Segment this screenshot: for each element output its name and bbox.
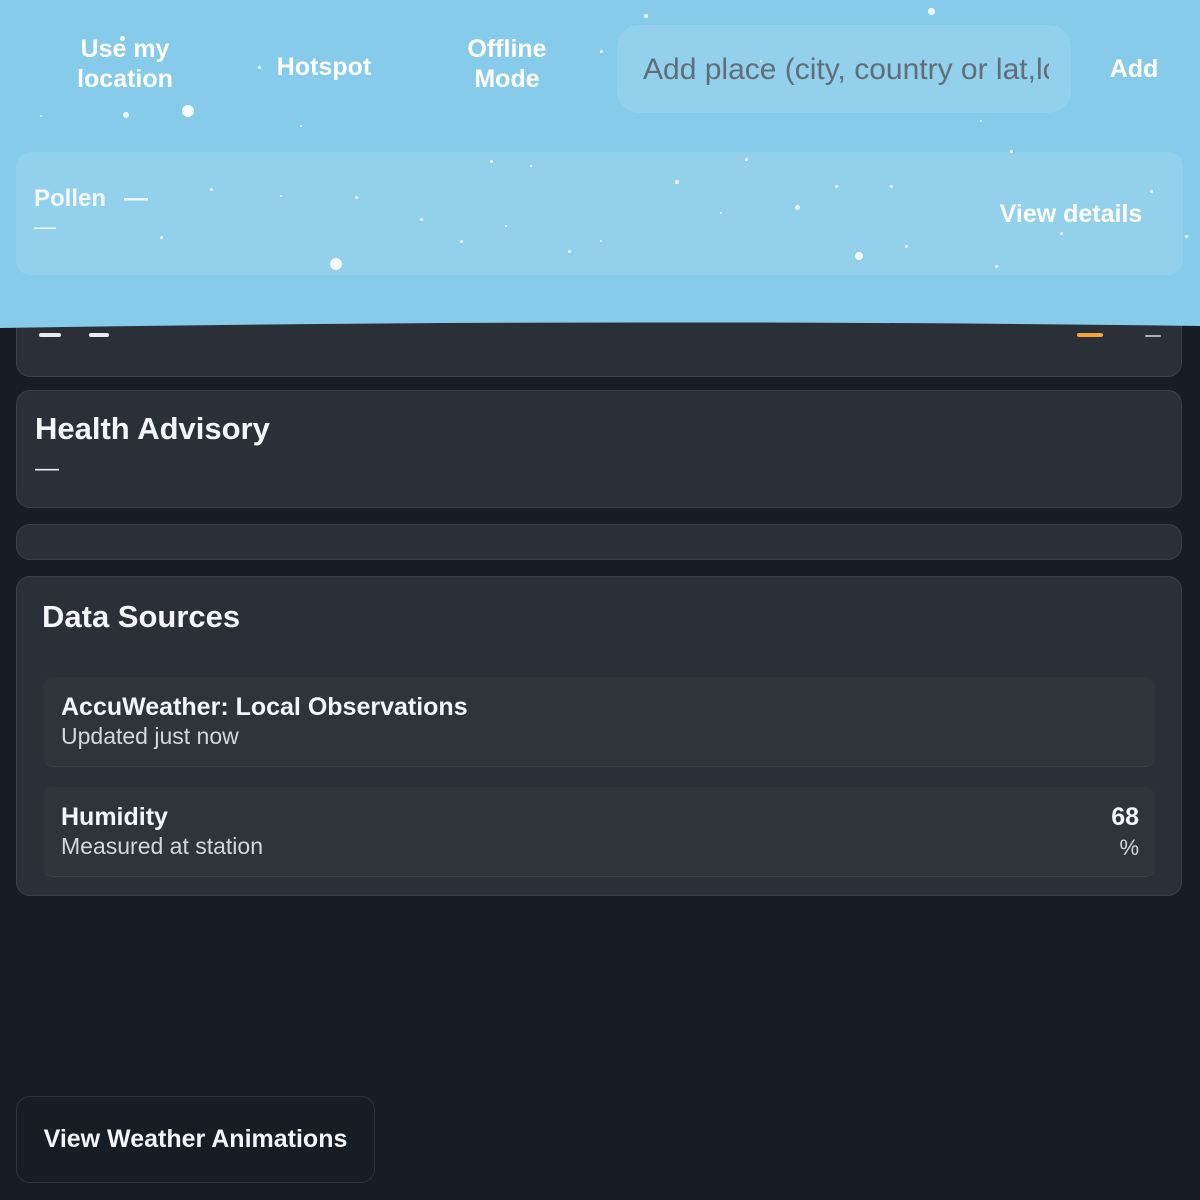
offline-mode-button[interactable]: Offline Mode	[437, 34, 577, 94]
value-dash	[1145, 335, 1161, 337]
data-source-subtitle: Updated just now	[61, 723, 239, 749]
humidity-unit: %	[1119, 835, 1139, 860]
snowflake	[980, 120, 982, 122]
snowflake	[1185, 235, 1188, 238]
data-sources-title: Data Sources	[42, 599, 241, 634]
snowflake	[644, 14, 648, 18]
pollen-label: Pollen	[34, 185, 107, 212]
health-advisory-card: Health Advisory —	[16, 390, 1182, 508]
health-advisory-title: Health Advisory	[35, 411, 270, 446]
view-weather-animations-button[interactable]: View Weather Animations	[16, 1096, 375, 1183]
add-place-input[interactable]	[641, 25, 1051, 115]
accent-indicator	[1077, 333, 1103, 337]
use-my-location-button[interactable]: Use my location	[55, 34, 195, 94]
health-advisory-text: —	[35, 455, 59, 482]
snowflake	[300, 125, 302, 127]
pollen-detail: —	[34, 214, 56, 239]
value-dash	[89, 333, 109, 337]
empty-card	[16, 524, 1182, 560]
snowflake	[123, 112, 129, 118]
snowflake	[40, 115, 42, 117]
hotspot-button[interactable]: Hotspot	[254, 52, 394, 82]
data-sources-card: Data Sources AccuWeather: Local Observat…	[16, 576, 1182, 896]
pollen-value: —	[124, 185, 148, 212]
view-details-button[interactable]: View details	[976, 196, 1166, 232]
add-place-button[interactable]: Add	[1102, 52, 1166, 86]
snowflake	[600, 50, 603, 53]
sky-header: Use my location Hotspot Offline Mode Add…	[0, 0, 1200, 330]
snowflake	[182, 105, 194, 117]
humidity-value: 68	[1111, 803, 1139, 831]
value-dash	[39, 333, 61, 337]
add-place-field[interactable]	[617, 25, 1071, 113]
data-source-subtitle: Measured at station	[61, 833, 264, 859]
data-source-item[interactable]: AccuWeather: Local Observations Updated …	[43, 677, 1155, 767]
data-source-item[interactable]: Humidity Measured at station 68 %	[43, 787, 1155, 877]
data-source-title: AccuWeather: Local Observations	[61, 693, 468, 721]
pollen-card: Pollen — — View details	[16, 152, 1183, 275]
data-source-title: Humidity	[61, 803, 168, 831]
snowflake	[928, 8, 935, 15]
